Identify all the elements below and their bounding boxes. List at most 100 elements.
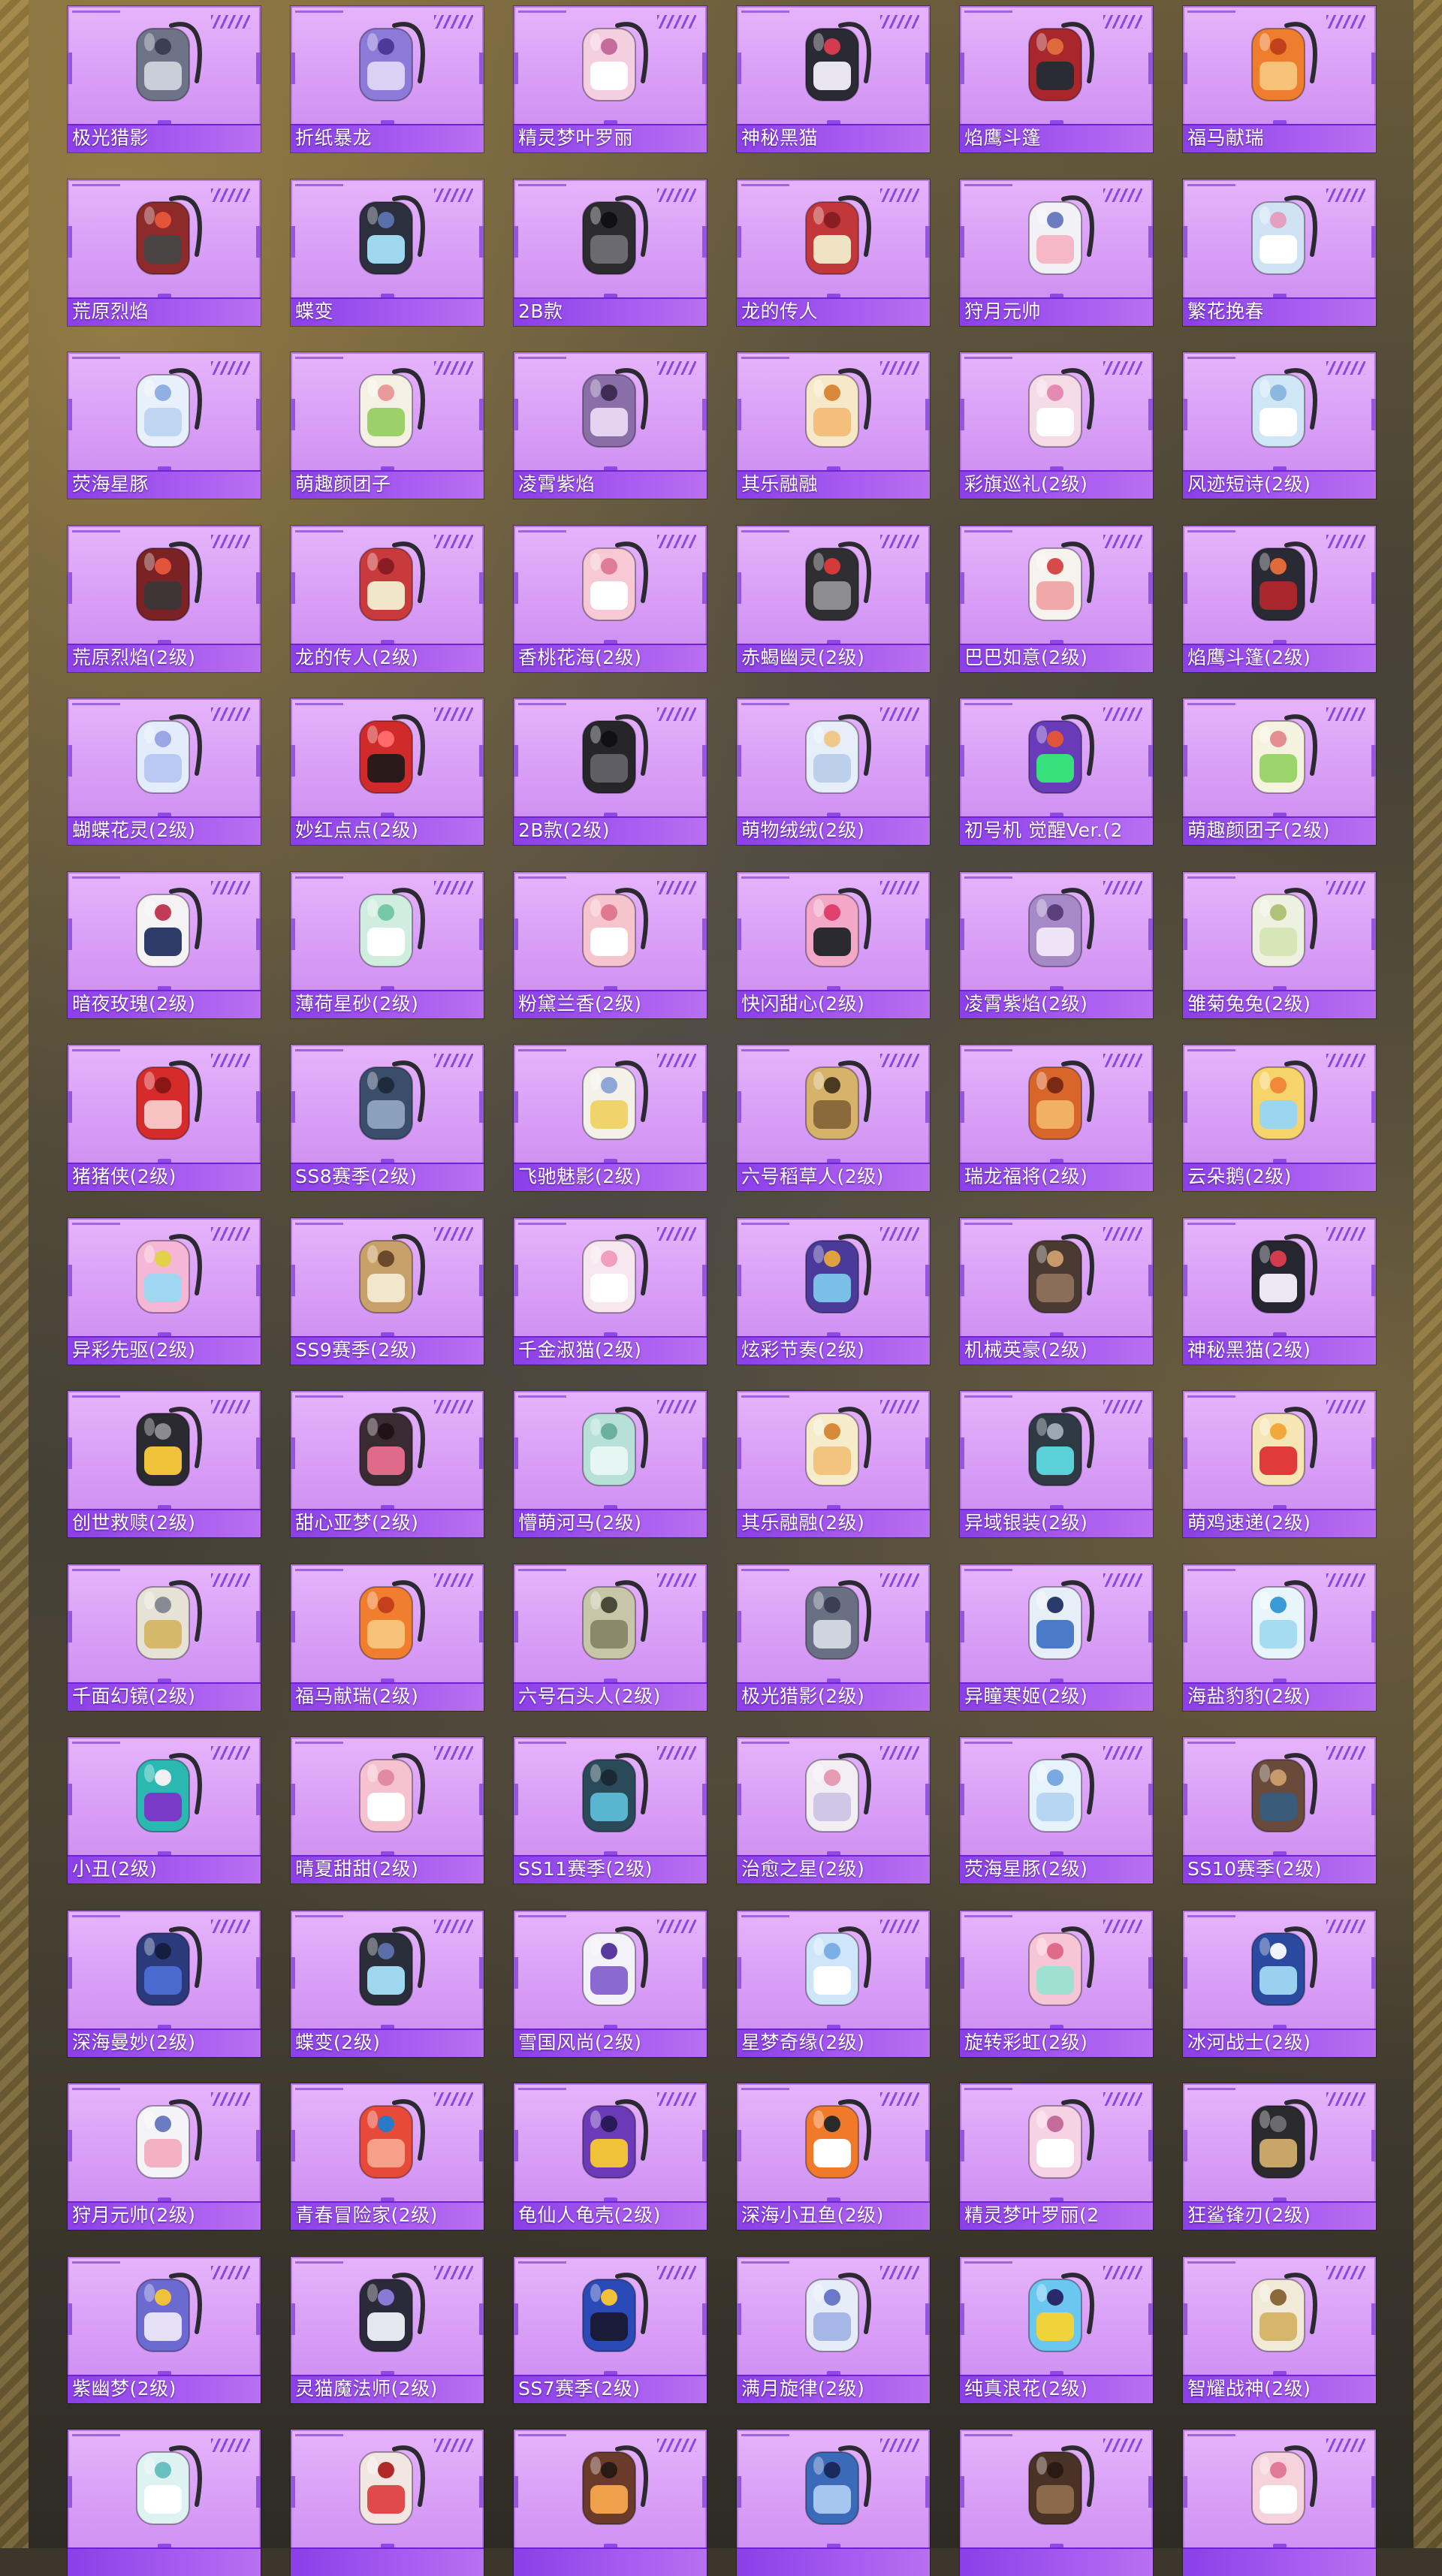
card-edge-marker <box>702 1957 707 1989</box>
backpack-card[interactable]: 千面幻镜(2级) <box>68 1564 261 1711</box>
backpack-card[interactable]: 精灵梦叶罗丽(2 <box>960 2083 1153 2230</box>
backpack-card[interactable]: 六号石头人(2级) <box>514 1564 707 1711</box>
backpack-card[interactable]: 满月旋律(2级) <box>737 2257 930 2403</box>
backpack-card[interactable]: 智耀战神(2级) <box>1183 2257 1376 2403</box>
red-fish-backpack-icon <box>358 2099 425 2179</box>
backpack-card[interactable]: 萌趣颜团子 <box>291 352 484 499</box>
backpack-card[interactable]: 快闪甜心(2级) <box>737 872 930 1018</box>
backpack-card[interactable]: 蝶变 <box>291 179 484 326</box>
backpack-card[interactable]: 其乐融融 <box>737 352 930 499</box>
backpack-card[interactable]: 福马献瑞(2级) <box>291 1564 484 1711</box>
backpack-card[interactable]: 海盐豹豹(2级) <box>1183 1564 1376 1711</box>
backpack-card[interactable]: 其乐融融(2级) <box>737 1391 930 1537</box>
backpack-card[interactable]: 星梦奇缘(2级) <box>737 1911 930 2057</box>
card-edge-marker <box>737 572 741 604</box>
backpack-card[interactable]: 荧海星豚(2级) <box>960 1737 1153 1884</box>
backpack-card[interactable]: 焰鹰斗篷 <box>960 6 1153 152</box>
backpack-card[interactable]: 神秘黑猫(2级) <box>1183 1218 1376 1365</box>
backpack-card[interactable]: 雏菊兔兔(2级) <box>1183 872 1376 1018</box>
backpack-card[interactable]: 甜心亚梦(2级) <box>291 1391 484 1537</box>
backpack-card[interactable]: 异瞳寒姬(2级) <box>960 1564 1153 1711</box>
backpack-card[interactable]: 荧海星豚 <box>68 352 261 499</box>
backpack-card[interactable]: 萌鸡速递(2级) <box>1183 1391 1376 1537</box>
backpack-card[interactable]: 香桃花海(2级) <box>514 526 707 672</box>
backpack-card[interactable]: 深海小丑鱼(2级) <box>737 2083 930 2230</box>
backpack-card[interactable]: SS11赛季(2级) <box>514 1737 707 1884</box>
backpack-card[interactable] <box>514 2430 707 2576</box>
backpack-card[interactable] <box>291 2430 484 2576</box>
backpack-card[interactable]: 狩月元帅 <box>960 179 1153 326</box>
backpack-card[interactable]: 2B款(2级) <box>514 698 707 845</box>
backpack-card[interactable]: 凌霄紫焰(2级) <box>960 872 1153 1018</box>
backpack-card[interactable]: 瑞龙福将(2级) <box>960 1045 1153 1191</box>
card-edge-marker <box>1183 399 1187 430</box>
backpack-card[interactable]: 风迹短诗(2级) <box>1183 352 1376 499</box>
backpack-card[interactable]: 赤蝎幽灵(2级) <box>737 526 930 672</box>
backpack-card[interactable]: 福马献瑞 <box>1183 6 1376 152</box>
backpack-card[interactable]: 蝴蝶花灵(2级) <box>68 698 261 845</box>
backpack-card[interactable]: 紫幽梦(2级) <box>68 2257 261 2403</box>
backpack-card[interactable]: 懵萌河马(2级) <box>514 1391 707 1537</box>
backpack-card[interactable]: 凌霄紫焰 <box>514 352 707 499</box>
pink-shell-backpack-icon <box>358 1753 425 1832</box>
backpack-card[interactable]: 狩月元帅(2级) <box>68 2083 261 2230</box>
backpack-card[interactable]: 晴夏甜甜(2级) <box>291 1737 484 1884</box>
backpack-card[interactable]: 创世救赎(2级) <box>68 1391 261 1537</box>
backpack-card[interactable]: 青春冒险家(2级) <box>291 2083 484 2230</box>
backpack-card[interactable]: 旋转彩虹(2级) <box>960 1911 1153 2057</box>
backpack-card[interactable]: 彩旗巡礼(2级) <box>960 352 1153 499</box>
backpack-card[interactable] <box>68 2430 261 2576</box>
backpack-card[interactable] <box>1183 2430 1376 2576</box>
backpack-card[interactable]: 雪国风尚(2级) <box>514 1911 707 2057</box>
backpack-card[interactable]: 萌趣颜团子(2级) <box>1183 698 1376 845</box>
backpack-card[interactable]: 冰河战士(2级) <box>1183 1911 1376 2057</box>
backpack-card[interactable]: 荒原烈焰 <box>68 179 261 326</box>
backpack-card[interactable]: 初号机 觉醒Ver.(2 <box>960 698 1153 845</box>
backpack-card[interactable]: 灵猫魔法师(2级) <box>291 2257 484 2403</box>
backpack-card[interactable]: 龙的传人(2级) <box>291 526 484 672</box>
backpack-card[interactable]: 异彩先驱(2级) <box>68 1218 261 1365</box>
backpack-card[interactable]: 精灵梦叶罗丽 <box>514 6 707 152</box>
backpack-card[interactable]: 荒原烈焰(2级) <box>68 526 261 672</box>
card-edge-marker <box>479 1265 484 1296</box>
backpack-card[interactable]: 云朵鹅(2级) <box>1183 1045 1376 1191</box>
backpack-card[interactable]: 繁花挽春 <box>1183 179 1376 326</box>
backpack-card[interactable]: 炫彩节奏(2级) <box>737 1218 930 1365</box>
backpack-name: 六号稻草人(2级) <box>741 1166 884 1187</box>
backpack-card[interactable]: 治愈之星(2级) <box>737 1737 930 1884</box>
backpack-card[interactable]: 焰鹰斗篷(2级) <box>1183 526 1376 672</box>
backpack-card[interactable]: 蝶变(2级) <box>291 1911 484 2057</box>
backpack-card[interactable]: 猪猪侠(2级) <box>68 1045 261 1191</box>
backpack-card[interactable]: 龙的传人 <box>737 179 930 326</box>
backpack-card[interactable]: 深海曼妙(2级) <box>68 1911 261 2057</box>
backpack-card[interactable] <box>737 2430 930 2576</box>
backpack-card[interactable]: SS7赛季(2级) <box>514 2257 707 2403</box>
backpack-card[interactable]: 异域银装(2级) <box>960 1391 1153 1537</box>
backpack-card[interactable]: 暗夜玫瑰(2级) <box>68 872 261 1018</box>
backpack-card[interactable]: 极光猎影 <box>68 6 261 152</box>
backpack-card[interactable]: 神秘黑猫 <box>737 6 930 152</box>
backpack-card[interactable]: 粉黛兰香(2级) <box>514 872 707 1018</box>
backpack-card[interactable]: 折纸暴龙 <box>291 6 484 152</box>
backpack-card[interactable]: SS8赛季(2级) <box>291 1045 484 1191</box>
backpack-card[interactable]: 千金淑猫(2级) <box>514 1218 707 1365</box>
colorful-pioneer-backpack-icon <box>135 1234 202 1314</box>
backpack-card[interactable]: 机械英豪(2级) <box>960 1218 1153 1365</box>
backpack-card[interactable]: 薄荷星砂(2级) <box>291 872 484 1018</box>
backpack-card[interactable]: 龟仙人龟壳(2级) <box>514 2083 707 2230</box>
backpack-card[interactable]: 巴巴如意(2级) <box>960 526 1153 672</box>
backpack-card[interactable]: 小丑(2级) <box>68 1737 261 1884</box>
backpack-card[interactable]: SS9赛季(2级) <box>291 1218 484 1365</box>
backpack-name: 龙的传人 <box>741 300 819 322</box>
backpack-card[interactable] <box>960 2430 1153 2576</box>
backpack-card[interactable]: 2B款 <box>514 179 707 326</box>
backpack-card[interactable]: 萌物绒绒(2级) <box>737 698 930 845</box>
backpack-card[interactable]: 纯真浪花(2级) <box>960 2257 1153 2403</box>
backpack-card[interactable]: 极光猎影(2级) <box>737 1564 930 1711</box>
backpack-card[interactable]: SS10赛季(2级) <box>1183 1737 1376 1884</box>
backpack-card[interactable]: 飞驰魅影(2级) <box>514 1045 707 1191</box>
heart-locket-backpack-icon <box>581 22 648 101</box>
backpack-card[interactable]: 狂鲨锋刃(2级) <box>1183 2083 1376 2230</box>
backpack-card[interactable]: 妙红点点(2级) <box>291 698 484 845</box>
backpack-card[interactable]: 六号稻草人(2级) <box>737 1045 930 1191</box>
